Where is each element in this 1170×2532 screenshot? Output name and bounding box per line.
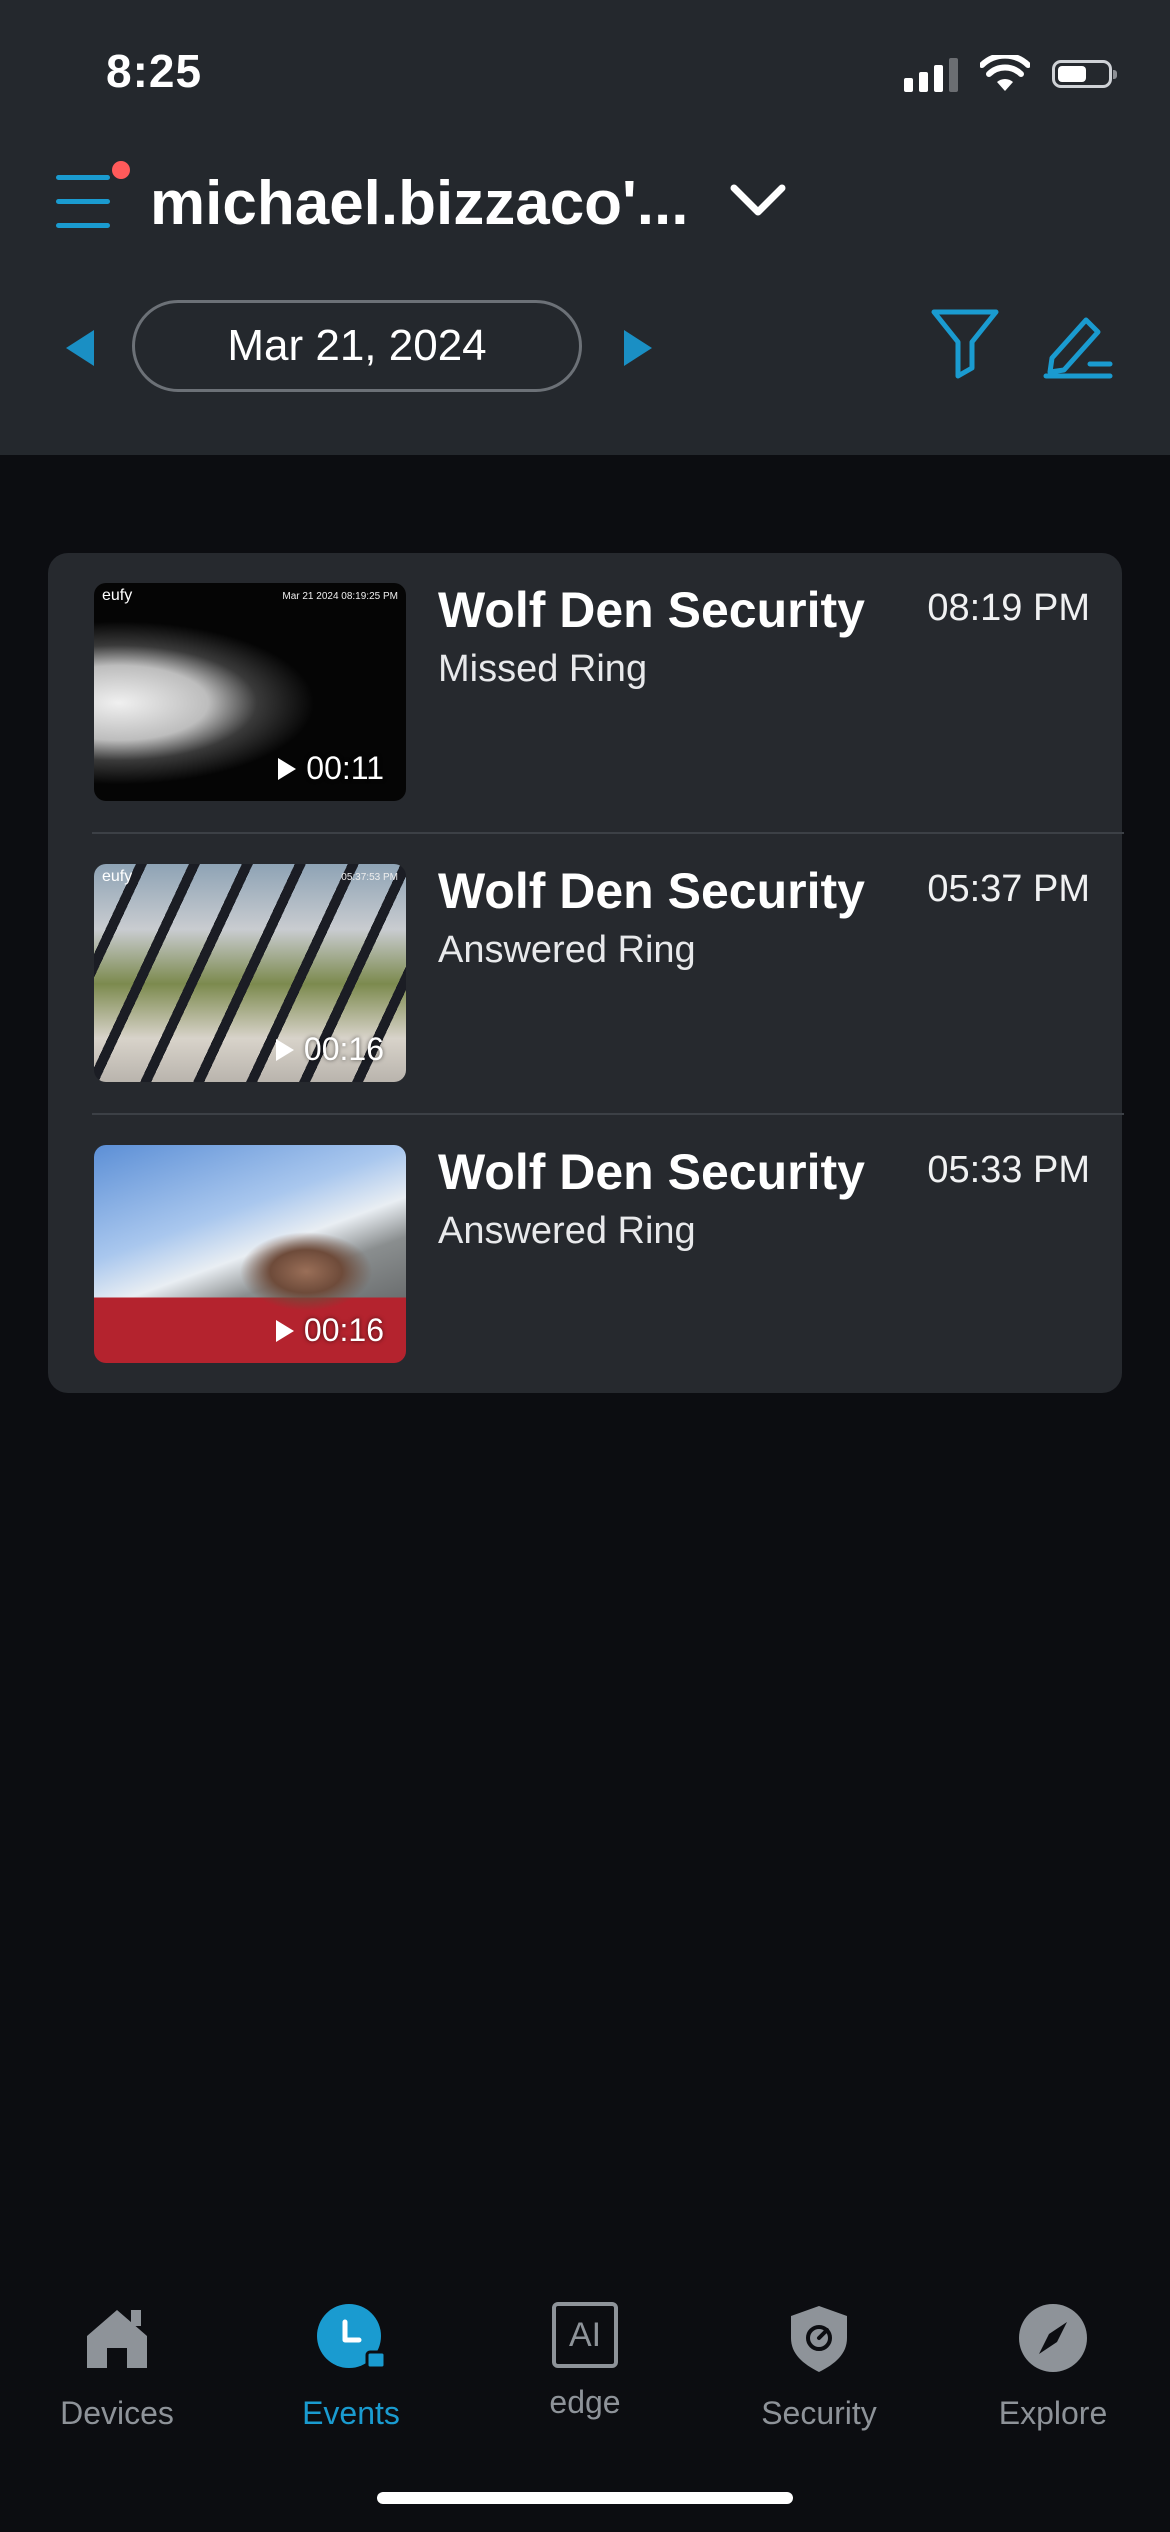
event-type: Answered Ring [438,1210,696,1252]
play-icon [275,1319,294,1342]
event-title: Wolf Den Security [438,863,865,919]
tab-label: Explore [998,2395,1108,2431]
bottom-tab-bar: Devices Events AI edge Security Explore [0,2280,1170,2440]
play-icon [278,757,297,780]
event-type: Missed Ring [438,648,648,690]
event-item[interactable]: eufy Mar 21 2024 08:19:25 PM 00:11 Wolf … [48,553,1122,834]
tab-explore[interactable]: Explore [936,2280,1170,2432]
tab-edge[interactable]: AI edge [468,2280,702,2421]
thumbnail-timestamp: 05:37:53 PM [341,872,398,883]
edit-icon[interactable] [1042,312,1114,380]
event-time: 05:37 PM [927,868,1090,910]
thumbnail-timestamp: Mar 21 2024 08:19:25 PM [282,591,398,602]
next-day-arrow-icon[interactable] [620,328,656,368]
notification-dot [112,161,130,179]
status-icons [904,52,1117,96]
event-thumbnail[interactable]: 00:16 [94,1145,406,1363]
event-thumbnail[interactable]: eufy 05:37:53 PM 00:16 [94,864,406,1082]
menu-button[interactable] [56,161,130,235]
chevron-down-icon[interactable] [728,180,788,220]
house-icon [87,2310,147,2368]
home-indicator[interactable] [377,2492,793,2504]
event-thumbnail[interactable]: eufy Mar 21 2024 08:19:25 PM 00:11 [94,583,406,801]
battery-icon [1052,60,1117,88]
tab-label: Security [761,2395,877,2431]
filter-icon[interactable] [930,306,1000,380]
video-duration: 00:16 [275,1312,384,1349]
account-name[interactable]: michael.bizzaco'... [150,168,688,239]
video-duration: 00:16 [275,1031,384,1068]
tab-label: edge [549,2384,621,2420]
compass-icon [1019,2304,1087,2372]
event-time: 08:19 PM [927,587,1090,629]
play-icon [275,1038,294,1061]
tab-devices[interactable]: Devices [0,2280,234,2432]
shield-icon [791,2306,847,2372]
events-list: eufy Mar 21 2024 08:19:25 PM 00:11 Wolf … [48,553,1124,1396]
previous-day-arrow-icon[interactable] [62,328,98,368]
event-item[interactable]: eufy 05:37:53 PM 00:16 Wolf Den Security… [48,834,1122,1115]
tab-events[interactable]: Events [234,2280,468,2432]
tab-label: Devices [60,2395,174,2431]
date-selector[interactable]: Mar 21, 2024 [132,300,582,392]
event-title: Wolf Den Security [438,1144,865,1200]
top-header: 8:25 michael.bizzaco'... Mar 21, 2024 [0,0,1170,455]
event-time: 05:33 PM [927,1149,1090,1191]
event-title: Wolf Den Security [438,582,865,638]
status-time: 8:25 [106,45,203,97]
event-item[interactable]: 00:16 Wolf Den Security Answered Ring 05… [48,1115,1122,1396]
eufy-logo: eufy [102,868,133,885]
tab-security[interactable]: Security [702,2280,936,2432]
eufy-logo: eufy [102,587,133,604]
cellular-signal-icon [904,56,958,92]
video-duration: 00:11 [278,750,384,787]
events-clock-icon [317,2304,387,2370]
wifi-icon [980,55,1030,91]
ai-chip-icon: AI [552,2302,618,2368]
event-type: Answered Ring [438,929,696,971]
tab-label: Events [302,2395,400,2431]
